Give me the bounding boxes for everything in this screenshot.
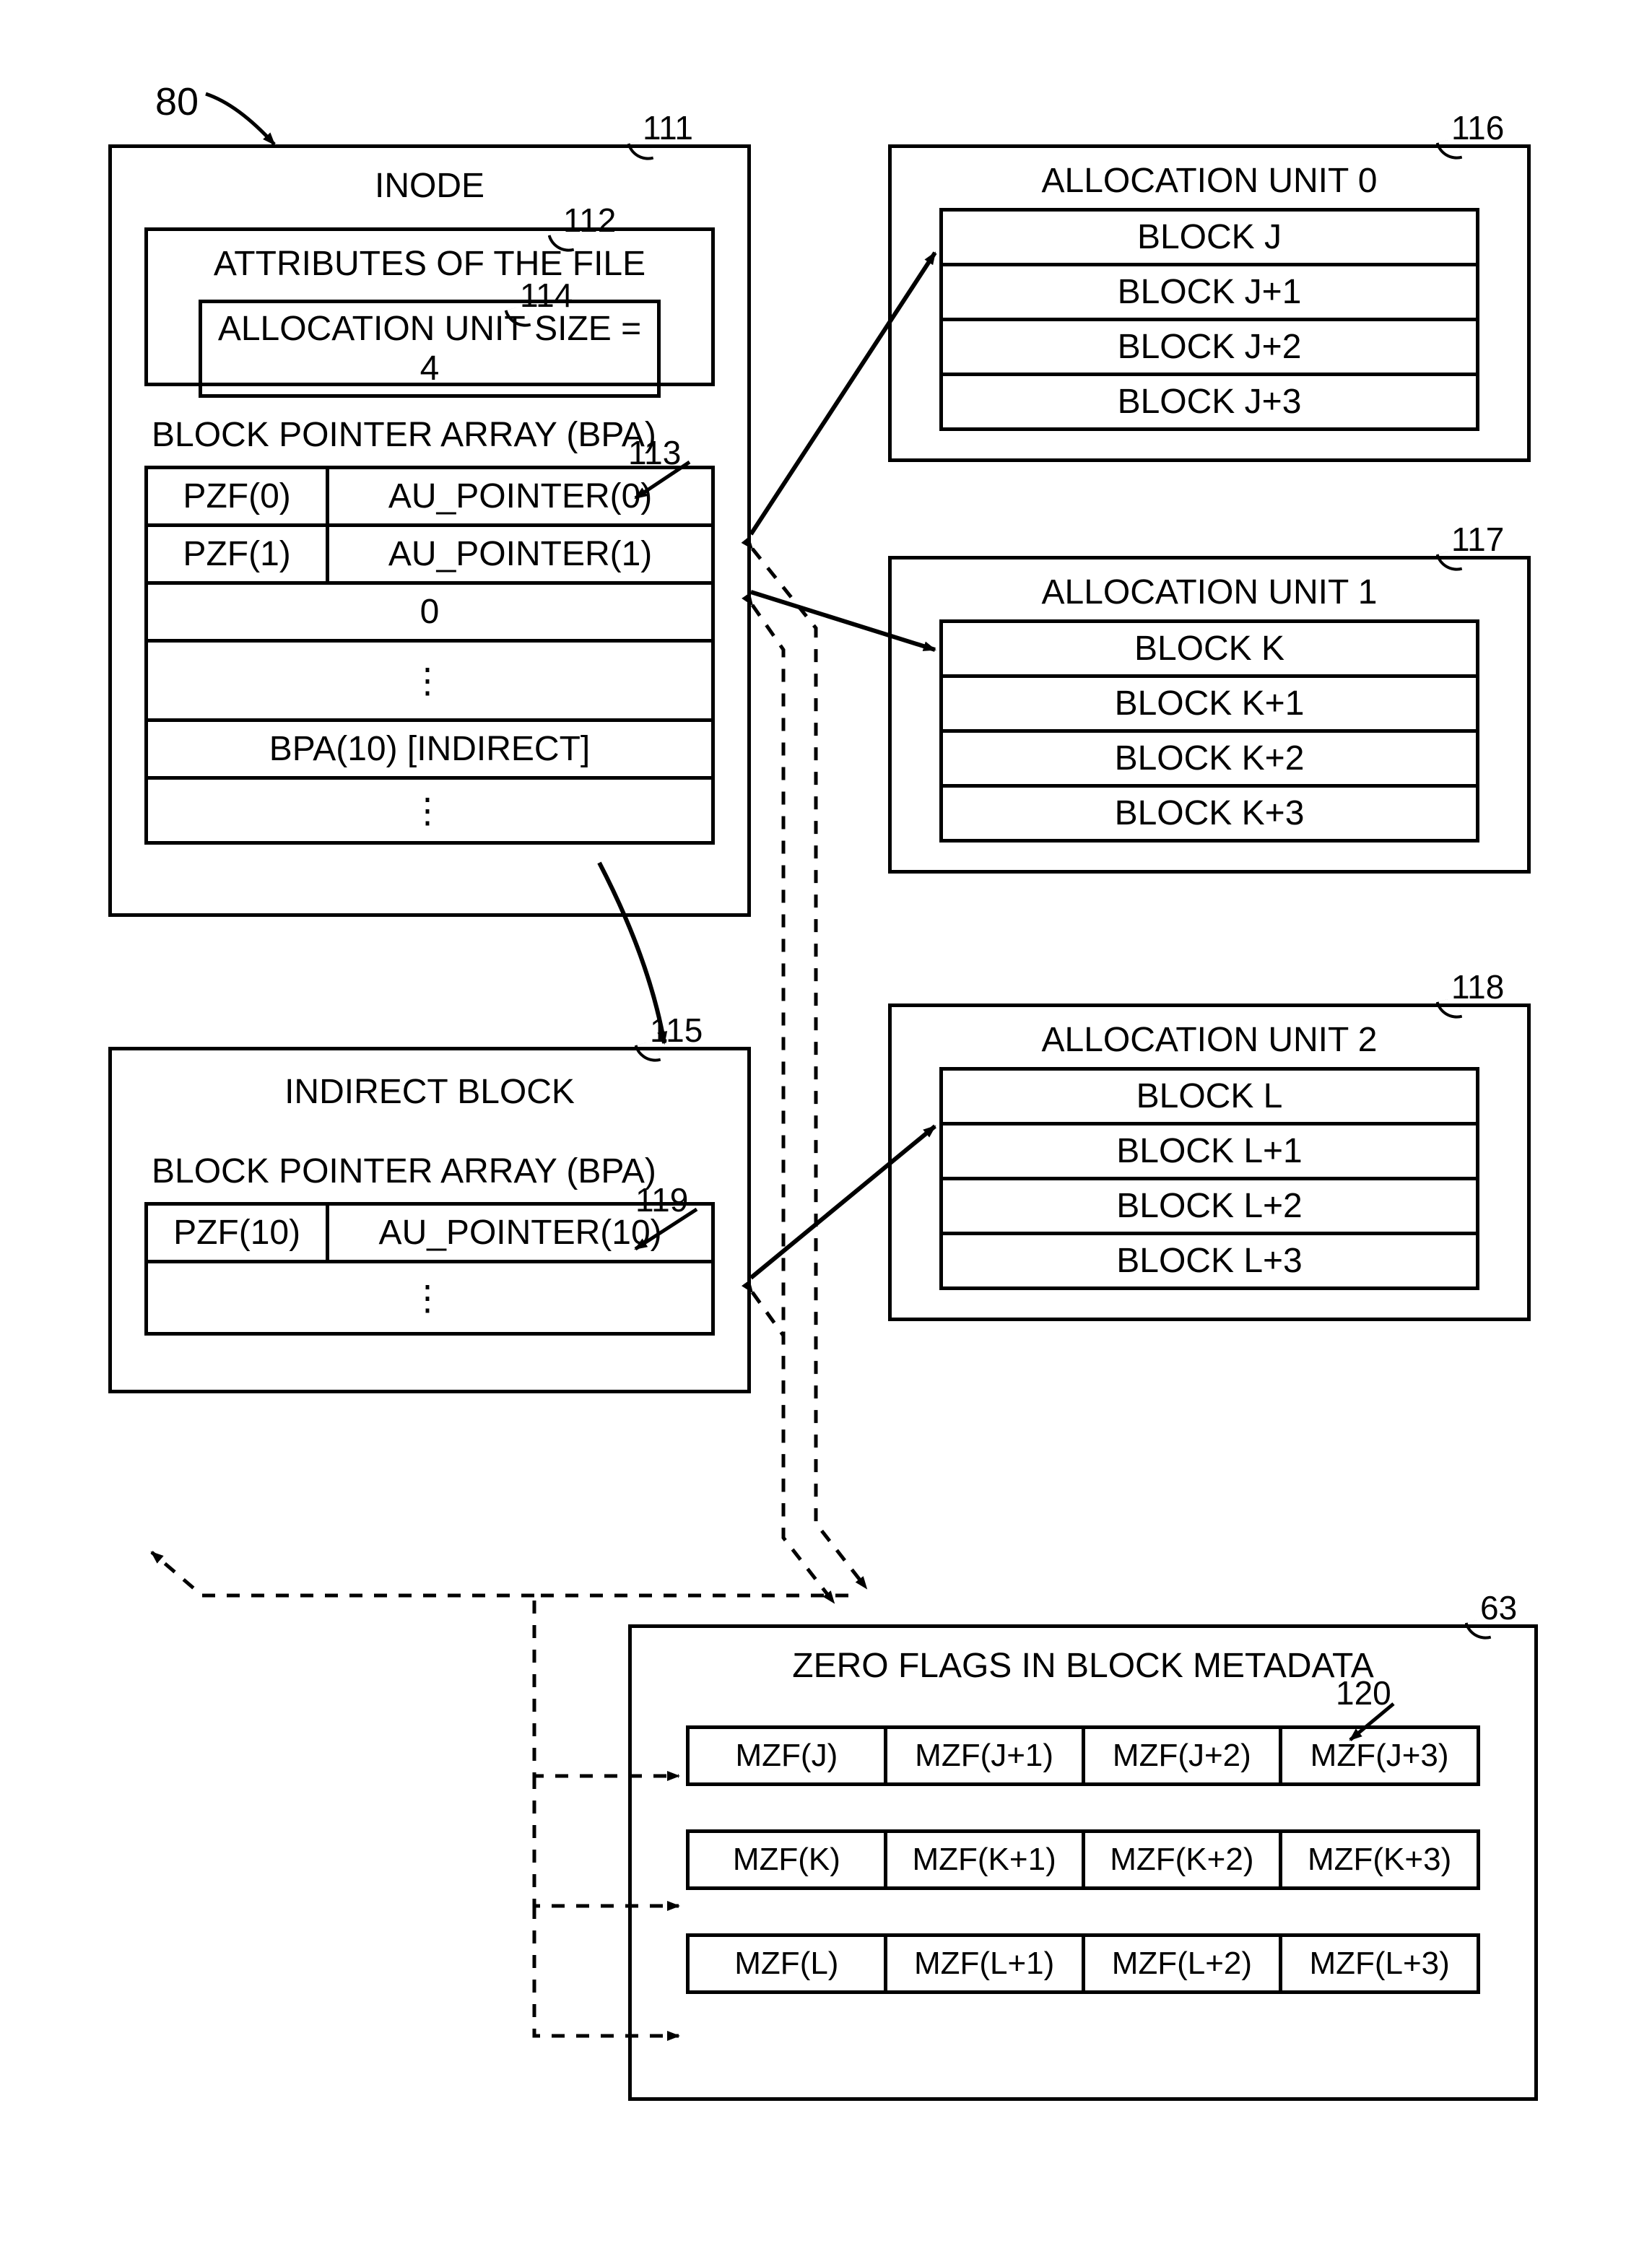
attributes-box: ATTRIBUTES OF THE FILE ALLOCATION UNIT S… — [144, 227, 715, 386]
ref-118: 118 — [1451, 967, 1504, 1006]
inode-box: INODE ATTRIBUTES OF THE FILE ALLOCATION … — [108, 144, 751, 917]
ref-117: 117 — [1451, 520, 1504, 559]
mzf-j0: MZF(J) — [686, 1725, 887, 1786]
ref-119: 119 — [635, 1180, 688, 1219]
ref-111: 111 — [643, 108, 693, 147]
au0-b3: BLOCK J+3 — [942, 375, 1478, 430]
mzf-l0: MZF(L) — [686, 1933, 887, 1994]
ref-114: 114 — [520, 276, 573, 315]
zeroflags-title: ZERO FLAGS IN BLOCK METADATA — [632, 1646, 1534, 1686]
au1-table: BLOCK K BLOCK K+1 BLOCK K+2 BLOCK K+3 — [939, 619, 1479, 843]
mzf-j1: MZF(J+1) — [884, 1725, 1085, 1786]
bpa-table: PZF(0) AU_POINTER(0) PZF(1) AU_POINTER(1… — [144, 466, 715, 845]
indirect-vdots: ⋮ — [147, 1262, 713, 1334]
au2-b1: BLOCK L+1 — [942, 1124, 1478, 1179]
attributes-title: ATTRIBUTES OF THE FILE — [148, 244, 711, 284]
bpa-cell-ptr0: AU_POINTER(0) — [328, 468, 713, 526]
au2-table: BLOCK L BLOCK L+1 BLOCK L+2 BLOCK L+3 — [939, 1067, 1479, 1290]
bpa-vdots-2: ⋮ — [147, 778, 713, 843]
ref-112: 112 — [563, 201, 616, 240]
au0-table: BLOCK J BLOCK J+1 BLOCK J+2 BLOCK J+3 — [939, 208, 1479, 431]
mzf-k0: MZF(K) — [686, 1829, 887, 1890]
bpa-cell-ptr1: AU_POINTER(1) — [328, 526, 713, 583]
mzf-l2: MZF(L+2) — [1082, 1933, 1283, 1994]
mzf-row-j: MZF(J) MZF(J+1) MZF(J+2) MZF(J+3) — [686, 1725, 1480, 1786]
au2-box: ALLOCATION UNIT 2 BLOCK L BLOCK L+1 BLOC… — [888, 1003, 1531, 1321]
mzf-j2: MZF(J+2) — [1082, 1725, 1283, 1786]
zeroflags-box: ZERO FLAGS IN BLOCK METADATA MZF(J) MZF(… — [628, 1624, 1538, 2101]
au1-b3: BLOCK K+3 — [942, 786, 1478, 841]
bpa-cell-zero: 0 — [147, 583, 713, 641]
ref-116: 116 — [1451, 108, 1504, 147]
mzf-row-l: MZF(L) MZF(L+1) MZF(L+2) MZF(L+3) — [686, 1933, 1480, 1994]
au2-b2: BLOCK L+2 — [942, 1179, 1478, 1234]
au0-b2: BLOCK J+2 — [942, 320, 1478, 375]
mzf-l1: MZF(L+1) — [884, 1933, 1085, 1994]
au1-title: ALLOCATION UNIT 1 — [892, 572, 1527, 612]
au1-box: ALLOCATION UNIT 1 BLOCK K BLOCK K+1 BLOC… — [888, 556, 1531, 874]
mzf-row-k: MZF(K) MZF(K+1) MZF(K+2) MZF(K+3) — [686, 1829, 1480, 1890]
au0-b0: BLOCK J — [942, 210, 1478, 265]
mzf-j3: MZF(J+3) — [1279, 1725, 1480, 1786]
bpa-cell-pzf0: PZF(0) — [147, 468, 328, 526]
allocation-unit-size: ALLOCATION UNIT SIZE = 4 — [199, 300, 661, 398]
indirect-title: INDIRECT BLOCK — [112, 1072, 747, 1112]
au0-b1: BLOCK J+1 — [942, 265, 1478, 320]
au1-b2: BLOCK K+2 — [942, 731, 1478, 786]
au2-b3: BLOCK L+3 — [942, 1234, 1478, 1289]
indirect-pzf10: PZF(10) — [147, 1204, 328, 1262]
ref-115: 115 — [650, 1011, 703, 1050]
mzf-k3: MZF(K+3) — [1279, 1829, 1480, 1890]
bpa-cell-pzf1: PZF(1) — [147, 526, 328, 583]
mzf-k1: MZF(K+1) — [884, 1829, 1085, 1890]
au2-b0: BLOCK L — [942, 1069, 1478, 1124]
mzf-k2: MZF(K+2) — [1082, 1829, 1283, 1890]
au0-box: ALLOCATION UNIT 0 BLOCK J BLOCK J+1 BLOC… — [888, 144, 1531, 462]
figure-number: 80 — [155, 79, 199, 124]
mzf-l3: MZF(L+3) — [1279, 1933, 1480, 1994]
au1-b1: BLOCK K+1 — [942, 676, 1478, 731]
au1-b0: BLOCK K — [942, 622, 1478, 676]
indirect-block-box: INDIRECT BLOCK BLOCK POINTER ARRAY (BPA)… — [108, 1047, 751, 1393]
au0-title: ALLOCATION UNIT 0 — [892, 161, 1527, 201]
bpa-vdots-1: ⋮ — [147, 641, 713, 720]
au2-title: ALLOCATION UNIT 2 — [892, 1020, 1527, 1060]
bpa-cell-indirect: BPA(10) [INDIRECT] — [147, 720, 713, 778]
inode-title: INODE — [112, 166, 747, 206]
ref-113: 113 — [628, 433, 681, 472]
ref-120: 120 — [1336, 1673, 1391, 1712]
indirect-bpa-table: PZF(10) AU_POINTER(10) ⋮ — [144, 1202, 715, 1336]
